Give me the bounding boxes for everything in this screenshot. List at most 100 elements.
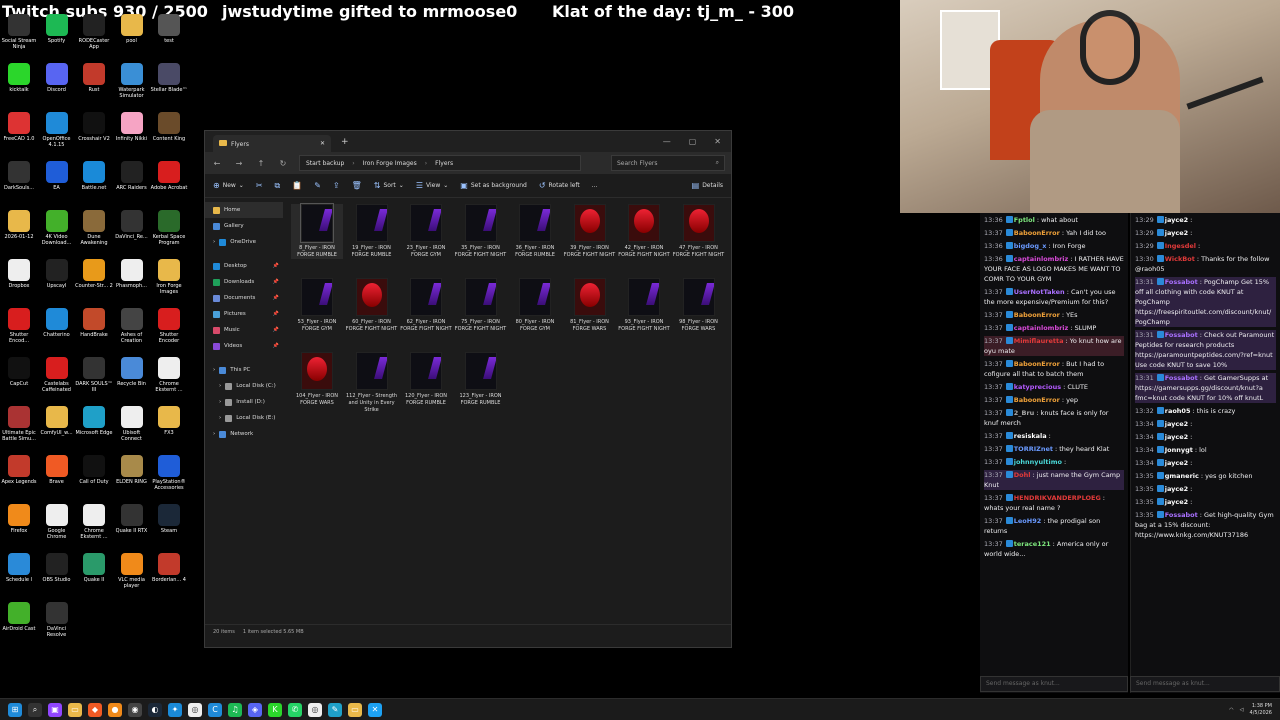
expand-chevron-icon[interactable]: › bbox=[219, 415, 221, 421]
desktop-shortcut[interactable]: Iron Forge Images bbox=[150, 259, 188, 295]
desktop-shortcut[interactable]: Quake II RTX bbox=[113, 504, 151, 534]
expand-chevron-icon[interactable]: › bbox=[219, 383, 221, 389]
new-tab-button[interactable]: + bbox=[341, 137, 349, 147]
file-item[interactable]: 53_Flyer - IRON FORGE GYM bbox=[291, 278, 343, 333]
desktop-shortcut[interactable]: kicktalk bbox=[0, 63, 38, 93]
desktop-shortcut[interactable]: 2026-01-12 bbox=[0, 210, 38, 240]
nav-item-local-disk-c[interactable]: › Local Disk (C:) bbox=[205, 378, 283, 394]
nav-item-music[interactable]: Music 📌 bbox=[205, 322, 283, 338]
chat-username[interactable]: Ingesdel bbox=[1165, 242, 1196, 250]
chat-username[interactable]: Fossabot bbox=[1165, 331, 1198, 339]
sort-button[interactable]: ⇅ Sort ⌄ bbox=[374, 181, 404, 190]
desktop-shortcut[interactable]: Battle.net bbox=[75, 161, 113, 191]
chat-username[interactable]: BaboonError bbox=[1014, 360, 1060, 368]
maximize-icon[interactable]: ▢ bbox=[689, 137, 697, 146]
desktop-shortcut[interactable]: Ultimate Epic Battle Simu... bbox=[0, 406, 38, 442]
chat-input-right[interactable]: Send message as knut... bbox=[1130, 676, 1280, 692]
file-item[interactable]: 62_Flyer - IRON FORGE FIGHT NIGHT bbox=[400, 278, 452, 333]
desktop-shortcut[interactable]: DaVinci_Re... bbox=[113, 210, 151, 240]
desktop-shortcut[interactable]: HandBrake bbox=[75, 308, 113, 338]
spotify-icon[interactable]: ♫ bbox=[228, 702, 242, 717]
new-button[interactable]: ⊕ New ⌄ bbox=[213, 181, 244, 190]
windows-start-icon[interactable]: ⊞ bbox=[8, 702, 22, 717]
breadcrumb[interactable]: Start backup › Iron Forge Images › Flyer… bbox=[299, 155, 581, 171]
chat-username[interactable]: Fossabot bbox=[1165, 511, 1198, 519]
back-icon[interactable]: ← bbox=[211, 159, 223, 168]
desktop-shortcut[interactable]: Counter-Str... 2 bbox=[75, 259, 113, 289]
chat-username[interactable]: resiskala bbox=[1014, 432, 1047, 440]
chat-username[interactable]: gmaneric bbox=[1165, 472, 1199, 480]
file-item[interactable]: 75_Flyer - IRON FORGE FIGHT NIGHT bbox=[455, 278, 507, 333]
desktop-shortcut[interactable]: Apex Legends bbox=[0, 455, 38, 485]
desktop-shortcut[interactable]: Chrome Eksternt ... bbox=[150, 357, 188, 393]
desktop-shortcut[interactable]: Ashes of Creation bbox=[113, 308, 151, 344]
chrome-icon[interactable]: ◎ bbox=[188, 702, 202, 717]
chat-username[interactable]: HENDRIKVANDERPLOEG bbox=[1014, 494, 1101, 502]
desktop-shortcut[interactable]: FX3 bbox=[150, 406, 188, 436]
desktop-shortcut[interactable]: Dune Awakening bbox=[75, 210, 113, 246]
battlenet-icon[interactable]: ✦ bbox=[168, 702, 182, 717]
desktop-shortcut[interactable]: Spotify bbox=[38, 14, 76, 44]
kick-icon[interactable]: K bbox=[268, 702, 282, 717]
volume-icon[interactable]: ◁ bbox=[1240, 707, 1244, 713]
desktop-shortcut[interactable]: DaVinci Resolve bbox=[38, 602, 76, 638]
desktop-shortcut[interactable]: EA bbox=[38, 161, 76, 191]
desktop-shortcut[interactable]: Discord bbox=[38, 63, 76, 93]
brave-icon[interactable]: ◆ bbox=[88, 702, 102, 717]
file-item[interactable]: 35_Flyer - IRON FORGE FIGHT NIGHT bbox=[455, 204, 507, 259]
desktop-shortcut[interactable]: Kerbal Space Program bbox=[150, 210, 188, 246]
twitch-icon[interactable]: ▣ bbox=[48, 702, 62, 717]
refresh-icon[interactable]: ↻ bbox=[277, 159, 289, 168]
desktop-shortcut[interactable]: VLC media player bbox=[113, 553, 151, 589]
desktop-shortcut[interactable]: Phasmoph... bbox=[113, 259, 151, 289]
clock[interactable]: 1:38 PM 4/5/2026 bbox=[1250, 703, 1272, 717]
desktop-shortcut[interactable]: Dropbox bbox=[0, 259, 38, 289]
chat-username[interactable]: Jonnygt bbox=[1165, 446, 1193, 454]
desktop-shortcut[interactable]: Microsoft Edge bbox=[75, 406, 113, 436]
chat-username[interactable]: BaboonError bbox=[1014, 311, 1060, 319]
desktop-shortcut[interactable]: ARC Raiders bbox=[113, 161, 151, 191]
desktop-shortcut[interactable]: test bbox=[150, 14, 188, 44]
nav-item-gallery[interactable]: Gallery bbox=[205, 218, 283, 234]
breadcrumb-item[interactable]: Flyers bbox=[435, 160, 453, 167]
chat-username[interactable]: BaboonError bbox=[1014, 396, 1060, 404]
chat-username[interactable]: UserNotTaken bbox=[1014, 288, 1065, 296]
file-item[interactable]: 104_Flyer - IRON FORGE WARS bbox=[291, 352, 343, 407]
file-item[interactable]: 112_Flyer - Strength and Unity in Every … bbox=[346, 352, 398, 414]
file-item[interactable]: 93_Flyer - IRON FORGE FIGHT NIGHT bbox=[618, 278, 670, 333]
chat-username[interactable]: terace121 bbox=[1014, 540, 1051, 548]
nav-item-downloads[interactable]: Downloads 📌 bbox=[205, 274, 283, 290]
file-item[interactable]: 98_Flyer - IRON FORGE WARS bbox=[673, 278, 725, 333]
discord-icon[interactable]: ◈ bbox=[248, 702, 262, 717]
chat-input-left[interactable]: Send message as knut... bbox=[980, 676, 1128, 692]
paste-button[interactable]: 📋 bbox=[292, 181, 302, 190]
breadcrumb-item[interactable]: Start backup bbox=[306, 160, 344, 167]
file-item[interactable]: 23_Flyer - IRON FORGE GYM bbox=[400, 204, 452, 259]
expand-chevron-icon[interactable]: › bbox=[213, 431, 215, 437]
file-item[interactable]: 39_Flyer - IRON FORGE FIGHT NIGHT bbox=[564, 204, 616, 259]
file-item[interactable]: 80_Flyer - IRON FORGE GYM bbox=[509, 278, 561, 333]
desktop-shortcut[interactable]: Rust bbox=[75, 63, 113, 93]
expand-chevron-icon[interactable]: › bbox=[219, 399, 221, 405]
desktop-shortcut[interactable]: Steam bbox=[150, 504, 188, 534]
desktop-shortcut[interactable]: Google Chrome bbox=[38, 504, 76, 540]
chat-username[interactable]: jayce2 bbox=[1165, 229, 1188, 237]
desktop-shortcut[interactable]: ELDEN RING bbox=[113, 455, 151, 485]
nav-item-documents[interactable]: Documents 📌 bbox=[205, 290, 283, 306]
chat-username[interactable]: Fossabot bbox=[1165, 278, 1198, 286]
chat-username[interactable]: jayce2 bbox=[1165, 216, 1188, 224]
desktop-shortcut[interactable]: OpenOffice 4.1.15 bbox=[38, 112, 76, 148]
desktop-shortcut[interactable]: Call of Duty bbox=[75, 455, 113, 485]
set-as-background-button[interactable]: ▣ Set as background bbox=[460, 181, 527, 190]
chat-username[interactable]: Dohl bbox=[1014, 471, 1031, 479]
chat-username[interactable]: WickBot bbox=[1165, 255, 1195, 263]
desktop-shortcut[interactable]: Chrome Eksternt ... bbox=[75, 504, 113, 540]
desktop-shortcut[interactable]: Shutter Encod... bbox=[0, 308, 38, 344]
obs-icon[interactable]: ◉ bbox=[128, 702, 142, 717]
desktop-shortcut[interactable]: 4K Video Download... bbox=[38, 210, 76, 246]
forward-icon[interactable]: → bbox=[233, 159, 245, 168]
nav-item-videos[interactable]: Videos 📌 bbox=[205, 338, 283, 354]
expand-chevron-icon[interactable]: › bbox=[213, 239, 215, 245]
file-item[interactable]: 60_Flyer - IRON FORGE FIGHT NIGHT bbox=[346, 278, 398, 333]
folder-icon[interactable]: ▭ bbox=[348, 702, 362, 717]
